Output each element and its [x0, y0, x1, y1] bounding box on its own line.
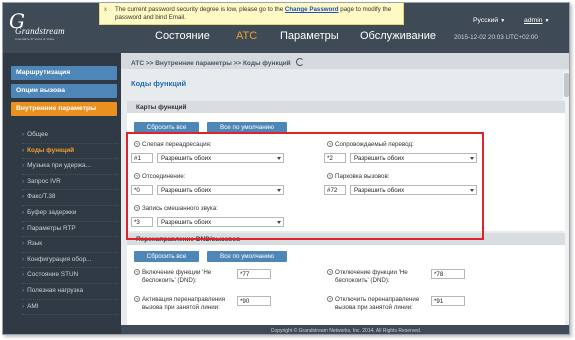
footer-copyright: Copyright © Grandstream Networks, Inc. 2… — [121, 325, 569, 334]
sidebar-item-internal-options[interactable]: Внутренние параметры — [11, 102, 117, 116]
sidebar-item-music-on-hold[interactable]: Музыка при удержа... — [22, 159, 118, 175]
notice-text-before: The current password security degree is … — [115, 6, 285, 13]
busy-forward-off-label: ? Отключить перенаправление вызова при зан… — [327, 296, 419, 312]
dnd-disable-label: ? Отключение функции 'Не беспокоить' (DND)… — [327, 269, 408, 285]
dnd-enable-label-line1: Включение функции 'Не — [142, 269, 212, 276]
logo-word: Grandstream — [15, 26, 65, 36]
sidebar-item-hardware-config[interactable]: Конфигурация обор... — [22, 253, 118, 269]
sidebar-item-fax[interactable]: Факс/Т.38 — [22, 190, 118, 206]
dnd-disable-label-line2: беспокоить' (DND): — [335, 277, 390, 284]
sidebar-item-rtp-settings[interactable]: Параметры RTP — [22, 222, 118, 238]
busy-forward-off-label-line1: Отключить перенаправление — [335, 296, 420, 303]
sidebar-submenu: Общее Коды функций Музыка при удержа... … — [22, 128, 118, 316]
dnd-enable-code-field[interactable]: *77 — [237, 269, 271, 279]
feature-maps-heading: Карты функций — [127, 101, 565, 113]
chevron-down-icon: ▼ — [500, 18, 506, 24]
dnd-disable-label-line1: Отключение функции 'Не — [335, 269, 408, 276]
breadcrumb: АТС >> Внутренние параметры >> Коды функ… — [121, 53, 569, 69]
sidebar-item-language[interactable]: Язык — [22, 237, 118, 253]
nav-pbx[interactable]: АТС — [236, 30, 257, 42]
busy-forward-on-code-field[interactable]: *90 — [237, 296, 271, 306]
refresh-icon[interactable] — [295, 58, 304, 66]
language-label: Русский — [473, 17, 499, 24]
nav-maintenance[interactable]: Обслуживание — [360, 30, 436, 42]
dnd-disable-code-field[interactable]: *78 — [431, 269, 465, 279]
user-menu[interactable]: admin ▼ — [524, 17, 549, 24]
top-header: G Grandstream Innovative IP Voice & Vide… — [3, 3, 569, 53]
nav-status[interactable]: Состояние — [155, 30, 210, 42]
sidebar-item-feature-codes[interactable]: Коды функций — [22, 144, 118, 160]
busy-forward-on-label-line1: Активация перенаправления — [142, 296, 226, 303]
user-label: admin — [524, 17, 543, 24]
page-title: Коды функций — [131, 79, 187, 88]
dnd-defaults-button[interactable]: Все по умолчанию — [207, 251, 287, 262]
nav-settings[interactable]: Параметры — [280, 30, 339, 42]
help-icon[interactable]: ? — [327, 269, 333, 275]
password-notice: x The current password security degree i… — [99, 3, 404, 25]
help-icon[interactable]: ? — [134, 296, 140, 302]
sidebar-item-call-features[interactable]: Опции вызова — [11, 84, 117, 98]
language-select[interactable]: Русский ▼ — [473, 17, 505, 24]
sidebar-item-stun-status[interactable]: Состояние STUN — [22, 268, 118, 284]
dnd-forward-panel: Перенаправление DND/вызовов Сбросить все… — [127, 233, 565, 325]
change-password-link[interactable]: Change Password — [285, 6, 339, 13]
busy-forward-off-code-field[interactable]: *91 — [431, 296, 465, 306]
logo-tagline: Innovative IP Voice & Video — [15, 37, 55, 41]
highlight-box — [126, 132, 484, 240]
sidebar-item-general[interactable]: Общее — [22, 128, 118, 144]
system-datetime: 2015-12-02 20:03 UTC+02:00 — [454, 34, 538, 41]
dnd-enable-label: ? Включение функции 'Не беспокоить' (DND): — [134, 269, 211, 285]
busy-forward-off-label-line2: вызова при занятой линии: — [335, 304, 413, 311]
sidebar: Маршрутизация Опции вызова Внутренние па… — [3, 53, 121, 334]
busy-forward-on-label: ? Активация перенаправления вызова при зан… — [134, 296, 225, 312]
sidebar-item-ami[interactable]: AMI — [22, 300, 118, 316]
scrollbar-thumb[interactable] — [564, 73, 569, 97]
breadcrumb-text: АТС >> Внутренние параметры >> Коды функ… — [131, 60, 291, 67]
grandstream-logo[interactable]: G Grandstream Innovative IP Voice & Vide… — [9, 11, 65, 46]
help-icon[interactable]: ? — [327, 296, 333, 302]
close-notice-icon[interactable]: x — [104, 6, 107, 14]
sidebar-sections: Маршрутизация Опции вызова Внутренние па… — [11, 66, 117, 120]
dnd-enable-label-line2: беспокоить' (DND): — [142, 277, 197, 284]
chevron-down-icon: ▼ — [544, 18, 550, 24]
sidebar-item-jitter-buffer[interactable]: Буфер задержки — [22, 206, 118, 222]
sidebar-item-routing[interactable]: Маршрутизация — [11, 66, 117, 80]
busy-forward-on-label-line2: вызова при занятой линии: — [142, 304, 220, 311]
help-icon[interactable]: ? — [134, 269, 140, 275]
sidebar-item-ivr-prompt[interactable]: Запрос IVR — [22, 175, 118, 191]
sidebar-item-payload[interactable]: Полезная нагрузка — [22, 284, 118, 300]
dnd-reset-all-button[interactable]: Сбросить все — [134, 251, 199, 262]
